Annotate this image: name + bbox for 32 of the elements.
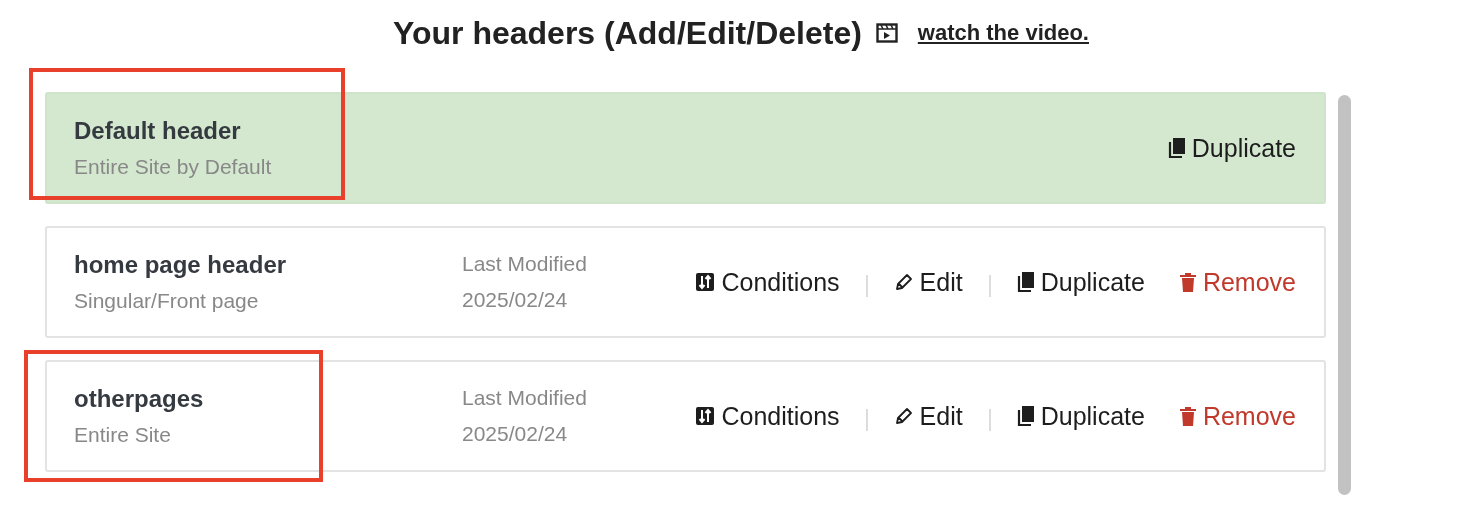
trash-icon [1178,405,1197,427]
header-name: Default header [74,117,242,145]
duplicate-link[interactable]: Duplicate [1165,133,1298,163]
modified-date: 2025/02/24 [462,288,569,312]
page-title: Your headers (Add/Edit/Delete) [393,14,862,52]
edit-link[interactable]: Edit [891,401,965,431]
trash-icon [1178,271,1197,293]
header-scope: Singular/Front page [74,289,260,313]
scrollbar[interactable] [1338,95,1351,495]
remove-link[interactable]: Remove [1176,401,1298,431]
modified-label: Last Modified [462,252,588,276]
remove-link[interactable]: Remove [1176,267,1298,297]
video-icon [875,22,898,44]
conditions-link[interactable]: Conditions [693,267,842,297]
duplicate-link[interactable]: Duplicate [1014,267,1147,297]
duplicate-link[interactable]: Duplicate [1014,401,1147,431]
sliders-icon [695,272,716,292]
sliders-icon [695,406,716,426]
video-link[interactable]: watch the video. [917,20,1089,46]
header-scope: Entire Site [74,423,172,447]
edit-link[interactable]: Edit [891,267,965,297]
copy-icon [1016,271,1035,293]
conditions-link[interactable]: Conditions [693,401,842,431]
header-name: home page header [74,251,288,279]
modified-label: Last Modified [462,386,588,410]
copy-icon [1016,405,1035,427]
header-name: otherpages [74,385,205,413]
modified-date: 2025/02/24 [462,422,569,446]
pencil-icon [893,272,914,292]
pencil-icon [893,406,914,426]
header-scope: Entire Site by Default [74,155,273,179]
copy-icon [1167,137,1186,159]
